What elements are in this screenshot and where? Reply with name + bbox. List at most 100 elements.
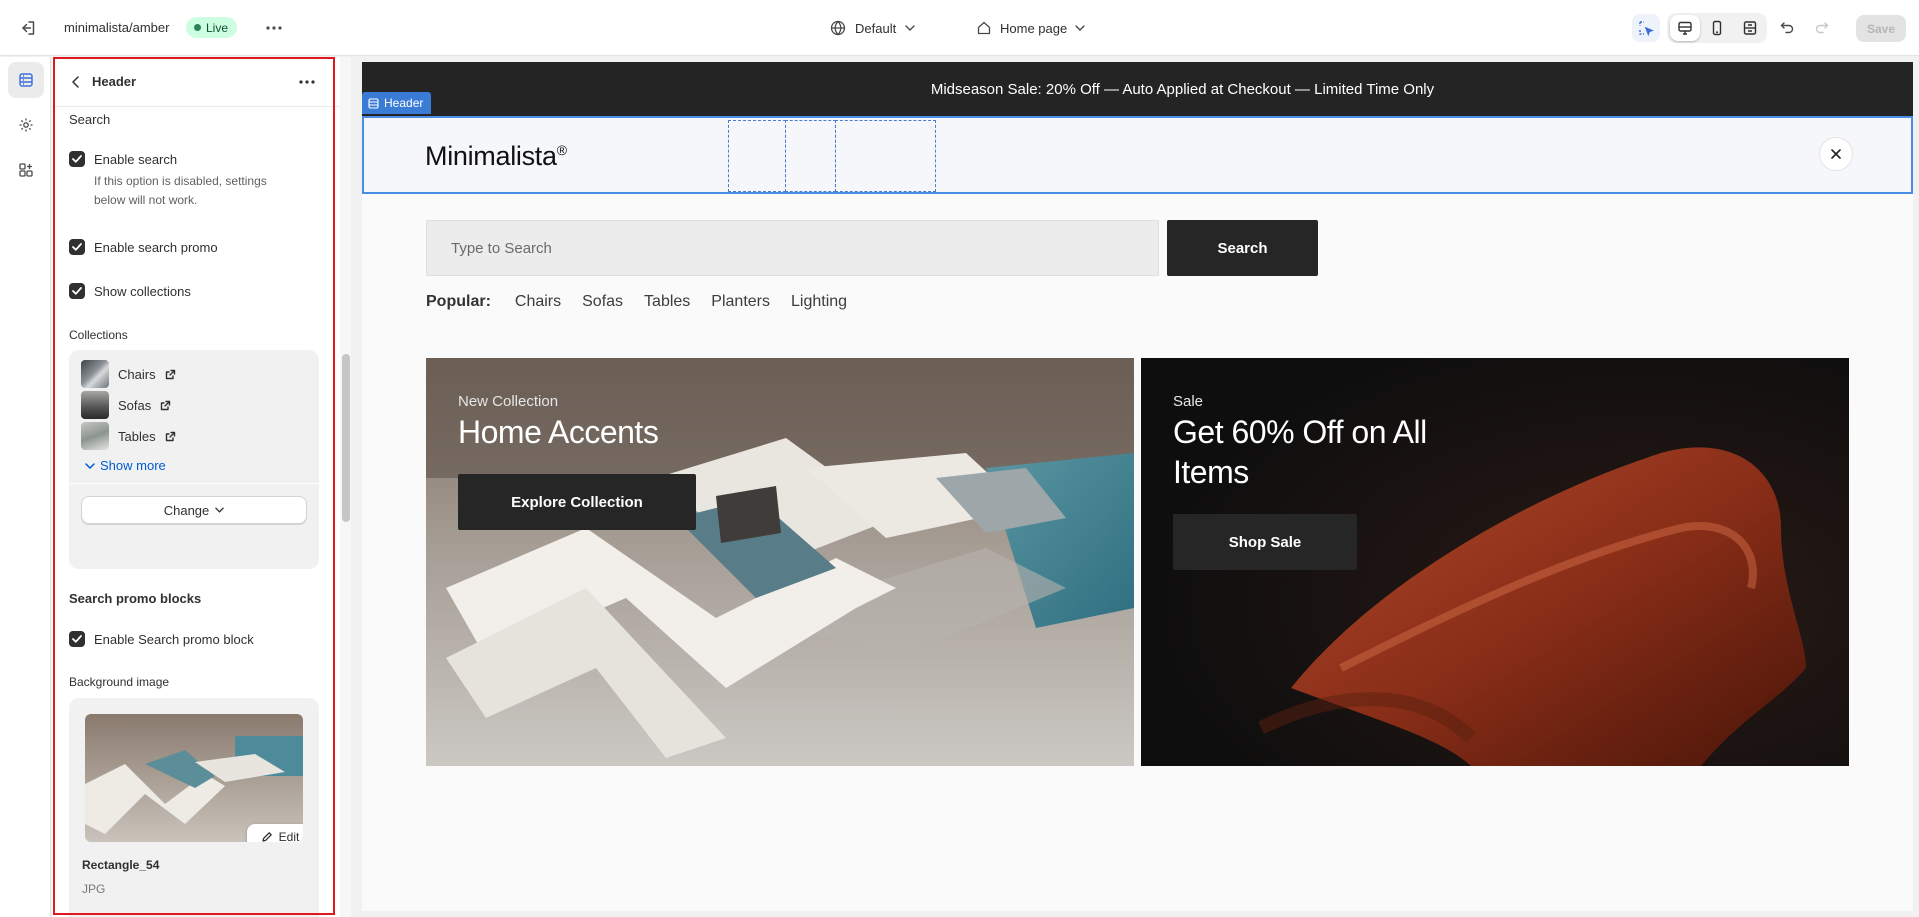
theme-selector[interactable]: Default xyxy=(830,16,915,40)
promo-card-content: New Collection Home Accents Explore Coll… xyxy=(458,393,696,530)
chevron-down-icon xyxy=(905,25,915,31)
live-dot-icon xyxy=(194,24,201,31)
close-icon[interactable] xyxy=(1819,137,1853,171)
popular-link[interactable]: Tables xyxy=(644,293,690,311)
collection-thumbnail xyxy=(81,422,109,450)
edit-image-button[interactable]: Edit xyxy=(247,824,303,842)
collection-item-tables[interactable]: Tables xyxy=(81,422,176,450)
checkmark-icon xyxy=(69,151,85,167)
home-icon xyxy=(976,20,992,36)
promo-card-kicker: New Collection xyxy=(458,393,559,410)
redo-icon[interactable] xyxy=(1808,14,1836,42)
storefront-search-button[interactable]: Search xyxy=(1167,220,1318,276)
collection-thumbnail xyxy=(81,360,109,388)
change-collections-button[interactable]: Change xyxy=(81,496,307,524)
promo-blocks-heading: Search promo blocks xyxy=(69,591,202,606)
show-more-link[interactable]: Show more xyxy=(85,458,166,473)
store-name: minimalista/amber xyxy=(64,20,170,35)
promo-card-content: Sale Get 60% Off on All Items Shop Sale xyxy=(1173,393,1433,570)
background-image-label: Background image xyxy=(69,675,170,689)
site-header[interactable]: Minimalista® xyxy=(362,116,1913,194)
collection-name: Tables xyxy=(118,428,156,444)
panel-title: Header xyxy=(92,74,137,89)
left-rail xyxy=(0,57,51,917)
nav-placeholder-block[interactable] xyxy=(785,120,836,192)
page-selector[interactable]: Home page xyxy=(976,16,1085,40)
collection-name: Sofas xyxy=(118,397,152,413)
top-bar: minimalista/amber Live Default Home page xyxy=(0,0,1919,56)
popular-label: Popular: xyxy=(426,293,491,310)
header-section-tag[interactable]: Header xyxy=(362,92,432,114)
collections-label: Collections xyxy=(69,328,128,342)
popular-link[interactable]: Lighting xyxy=(791,293,847,311)
enable-search-help: If this option is disabled, settings bel… xyxy=(94,174,267,207)
globe-icon xyxy=(830,20,846,36)
popular-link[interactable]: Planters xyxy=(711,293,770,311)
inspector-toggle-icon[interactable] xyxy=(1632,14,1660,42)
exit-icon[interactable] xyxy=(16,16,40,40)
page-selector-label: Home page xyxy=(1000,20,1068,36)
promo-card-title: Home Accents xyxy=(458,414,659,450)
enable-search-promo-checkbox[interactable]: Enable search promo xyxy=(69,239,218,255)
promo-card-sale: Sale Get 60% Off on All Items Shop Sale xyxy=(1141,358,1849,766)
theme-selector-label: Default xyxy=(855,20,897,36)
enable-search-checkbox[interactable]: Enable search xyxy=(69,151,177,167)
apps-icon[interactable] xyxy=(8,152,44,188)
collection-item-chairs[interactable]: Chairs xyxy=(81,360,176,388)
show-collections-label: Show collections xyxy=(94,283,191,299)
header-tag-label: Header xyxy=(384,96,424,110)
popular-link[interactable]: Chairs xyxy=(515,293,561,311)
chevron-down-icon xyxy=(215,507,225,513)
promo-card-kicker: Sale xyxy=(1173,393,1204,410)
fullscreen-view-icon[interactable] xyxy=(1736,14,1764,42)
more-actions-icon[interactable] xyxy=(262,16,286,40)
panel-scrollbar-thumb[interactable] xyxy=(342,354,350,522)
back-arrow-icon[interactable] xyxy=(64,70,88,94)
undo-icon[interactable] xyxy=(1773,14,1801,42)
pencil-icon xyxy=(261,831,273,842)
image-file-type: JPG xyxy=(82,882,106,896)
panel-header: Header xyxy=(52,57,343,107)
sections-icon[interactable] xyxy=(8,62,44,98)
sections-icon xyxy=(368,97,379,109)
enable-search-label: Enable search xyxy=(94,151,178,167)
image-file-name: Rectangle_54 xyxy=(82,858,160,872)
panel-body: Search Enable search If this option is d… xyxy=(52,108,343,917)
search-section-label: Search xyxy=(69,112,111,127)
edit-label: Edit xyxy=(278,830,300,842)
nav-placeholder-block[interactable] xyxy=(835,120,936,192)
promo-card-new-collection: New Collection Home Accents Explore Coll… xyxy=(426,358,1134,766)
checkmark-icon xyxy=(69,631,85,647)
save-button[interactable]: Save xyxy=(1856,15,1906,42)
settings-panel: Header Search Enable search If this opti… xyxy=(52,57,343,917)
registered-mark: ® xyxy=(556,142,567,158)
gear-icon[interactable] xyxy=(8,107,44,143)
external-link-icon xyxy=(165,431,176,442)
live-status-label: Live xyxy=(206,20,229,35)
explore-collection-button[interactable]: Explore Collection xyxy=(458,474,696,530)
store-logo[interactable]: Minimalista® xyxy=(425,141,567,172)
chevron-down-icon xyxy=(1075,25,1085,31)
popular-link[interactable]: Sofas xyxy=(582,293,623,311)
shop-sale-button[interactable]: Shop Sale xyxy=(1173,514,1357,570)
enable-promo-block-checkbox[interactable]: Enable Search promo block xyxy=(69,631,254,647)
collections-box: Chairs Sofas Tables Show more Change xyxy=(69,350,319,569)
checkmark-icon xyxy=(69,283,85,299)
storefront-preview: Midseason Sale: 20% Off — Auto Applied a… xyxy=(362,62,1913,911)
show-collections-checkbox[interactable]: Show collections xyxy=(69,283,191,299)
panel-more-icon[interactable] xyxy=(295,70,319,94)
collection-thumbnail xyxy=(81,391,109,419)
storefront-search-input[interactable] xyxy=(426,220,1159,276)
promo-card-title: Get 60% Off on All Items xyxy=(1173,414,1427,490)
checkmark-icon xyxy=(69,239,85,255)
enable-promo-block-label: Enable Search promo block xyxy=(94,631,254,647)
external-link-icon xyxy=(160,400,171,411)
chevron-down-icon xyxy=(85,462,95,469)
enable-search-promo-label: Enable search promo xyxy=(94,239,218,255)
collection-name: Chairs xyxy=(118,366,156,382)
mobile-view-icon[interactable] xyxy=(1703,14,1731,42)
nav-placeholder-block[interactable] xyxy=(728,120,786,192)
desktop-view-icon[interactable] xyxy=(1670,15,1700,41)
collection-item-sofas[interactable]: Sofas xyxy=(81,391,171,419)
panel-scrollbar[interactable] xyxy=(340,57,351,917)
